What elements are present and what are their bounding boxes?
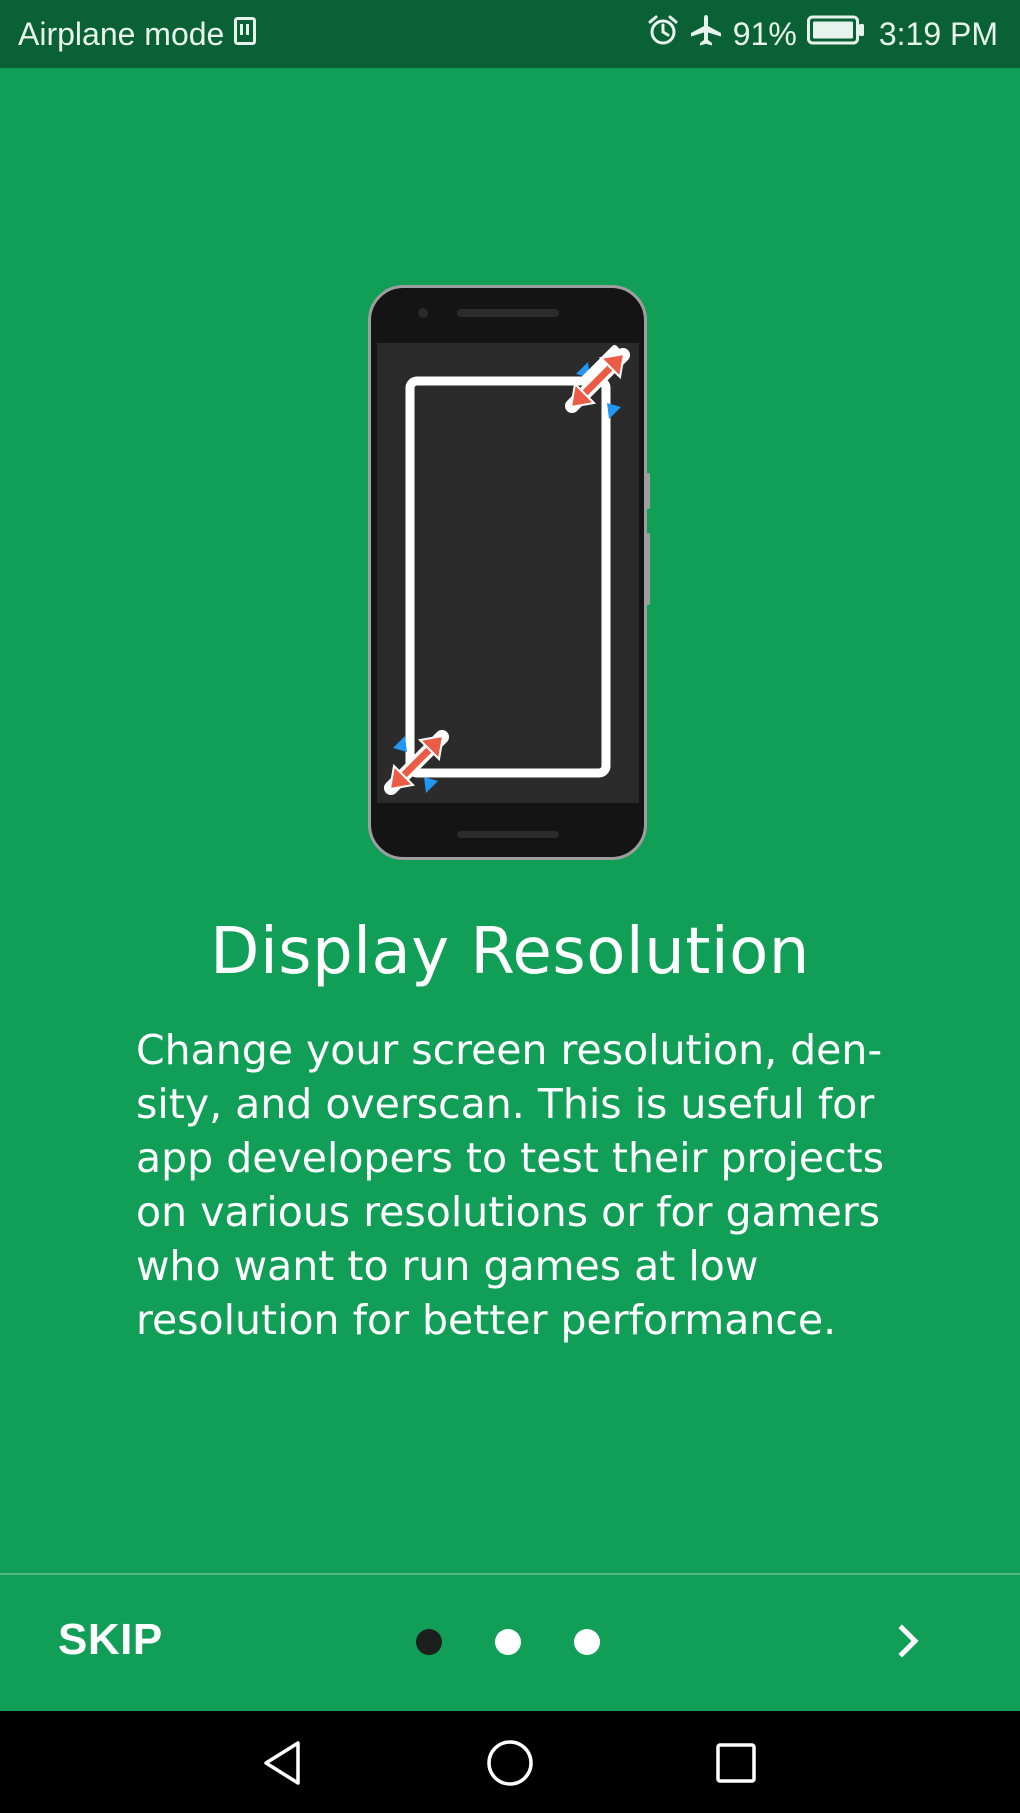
- next-button[interactable]: [886, 1615, 932, 1671]
- page-indicator: [416, 1629, 600, 1655]
- status-bar: Airplane mode 91% 3:19 PM: [0, 0, 1020, 68]
- page-dot-2[interactable]: [495, 1629, 521, 1655]
- status-right: 91% 3:19 PM: [637, 14, 998, 54]
- battery-percent: 91%: [732, 15, 797, 52]
- home-icon: [482, 1740, 538, 1795]
- slide-description: Change your screen resolution, den-sity,…: [136, 1026, 885, 1344]
- navigation-bar: [0, 1711, 1020, 1813]
- back-button[interactable]: [256, 1735, 312, 1791]
- bottom-controls: SKIP: [0, 1575, 1020, 1711]
- page-dot-1[interactable]: [416, 1629, 442, 1655]
- recents-icon: [708, 1743, 764, 1795]
- recents-button[interactable]: [708, 1735, 764, 1791]
- status-left: Airplane mode: [18, 15, 257, 53]
- page-dot-3[interactable]: [574, 1629, 600, 1655]
- back-icon: [256, 1741, 312, 1795]
- alarm-icon: [647, 14, 679, 54]
- phone-resize-illustration: [368, 285, 650, 860]
- sim-icon: [234, 16, 257, 53]
- airplane-mode-text: Airplane mode: [18, 15, 225, 52]
- chevron-right-icon: [897, 1623, 921, 1664]
- page-title: Display Resolution: [210, 915, 810, 989]
- clock: 3:19 PM: [878, 15, 998, 52]
- battery-icon: [806, 15, 865, 53]
- skip-button[interactable]: SKIP: [58, 1615, 163, 1665]
- home-button[interactable]: [482, 1735, 538, 1791]
- airplane-icon: [689, 14, 723, 54]
